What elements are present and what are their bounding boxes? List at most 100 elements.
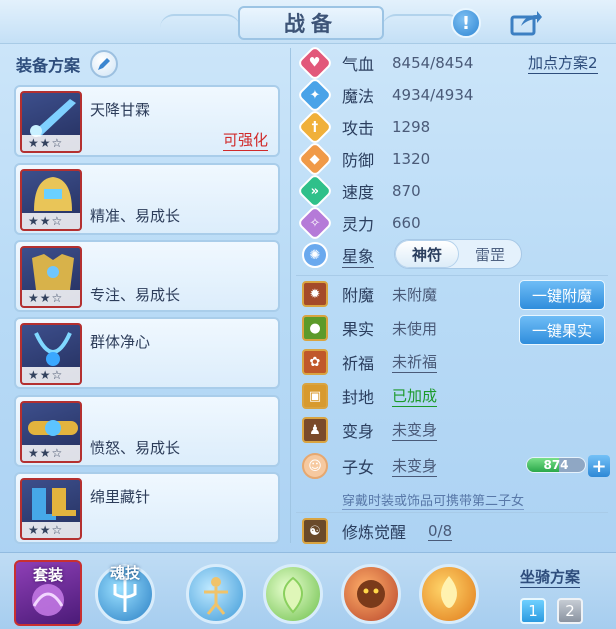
equip-plan-header: 装备方案	[16, 50, 119, 78]
awaken-icon: ☯	[302, 518, 328, 544]
star-label[interactable]: 星象	[342, 243, 375, 268]
skill-slot-1[interactable]	[186, 564, 246, 624]
equip-card-4[interactable]: ★★☆ 群体净心	[14, 317, 280, 389]
equip-card-6[interactable]: ★★☆ 绵里藏针	[14, 472, 280, 544]
stat-speed: » 速度 870	[296, 172, 421, 210]
plus-icon[interactable]: +	[588, 455, 610, 477]
child-progress-bar: 874	[526, 457, 586, 473]
star-toggle[interactable]: 神符 雷罡	[394, 239, 522, 269]
attr-enchant: ✹ 附魔 未附魔	[298, 279, 437, 309]
attr-value[interactable]: 未变身	[392, 419, 438, 441]
skill-slot-3[interactable]	[341, 564, 401, 624]
transform-icon: ♟	[302, 417, 328, 443]
attr-transform: ♟ 变身 未变身	[298, 415, 438, 445]
equip-name: 绵里藏针	[90, 488, 151, 506]
equip-card-3[interactable]: ★★☆ 专注、易成长	[14, 240, 280, 312]
attr-label: 果实	[342, 320, 375, 339]
title-ornament-right	[382, 14, 462, 28]
stat-value: 8454/8454	[392, 54, 474, 72]
section-divider	[296, 275, 608, 276]
toggle-option-shenfu[interactable]: 神符	[395, 240, 459, 268]
equip-plan-label: 装备方案	[16, 56, 81, 75]
skill-slot-4[interactable]	[419, 564, 479, 624]
attr-child: ☺ 子女 未变身	[298, 451, 438, 481]
stat-value: 660	[392, 214, 421, 232]
child-progress-value: 874	[543, 458, 569, 472]
fire-warrior-icon	[441, 576, 457, 608]
equip-stars: ★★☆	[22, 522, 80, 538]
belt-icon: ★★☆	[20, 401, 82, 463]
set-button[interactable]: 套装	[14, 560, 82, 626]
attr-awaken: ☯ 修炼觉醒 0/8	[298, 516, 453, 546]
alert-icon[interactable]: !	[451, 8, 481, 38]
attr-value[interactable]: 未祈福	[392, 351, 438, 373]
second-child-hint[interactable]: 穿戴时装或饰品可携带第二子女	[342, 490, 525, 510]
heart-icon: ♥	[296, 44, 334, 82]
mount-plan-label[interactable]: 坐骑方案	[520, 566, 581, 588]
stat-mp: ✦ 魔法 4934/4934	[296, 76, 474, 114]
equip-stars: ★★☆	[22, 290, 80, 306]
attr-label: 修炼觉醒	[342, 523, 407, 542]
spirit-icon: ✧	[296, 204, 334, 242]
mount-plan-1-button[interactable]: 1	[520, 598, 546, 624]
attr-label: 变身	[342, 422, 375, 441]
attr-value[interactable]: 未变身	[392, 455, 438, 477]
stat-star: ✺ 星象	[296, 236, 375, 274]
stat-value: 4934/4934	[392, 86, 474, 104]
stat-label: 攻击	[342, 119, 375, 138]
equip-card-2[interactable]: ★★☆ 精准、易成长	[14, 163, 280, 235]
share-icon[interactable]	[508, 8, 544, 38]
equip-card-1[interactable]: ★★☆ 天降甘霖 可强化	[14, 85, 280, 157]
beast-icon	[357, 580, 385, 608]
equip-name: 群体净心	[90, 333, 151, 351]
equip-name: 天降甘霖	[90, 101, 151, 119]
attr-bless: ✿ 祈福 未祈福	[298, 347, 438, 377]
attr-value[interactable]: 已加成	[392, 385, 438, 407]
leaf-icon	[283, 576, 303, 614]
sword-icon: ★★☆	[20, 91, 82, 153]
equip-name: 精准、易成长	[90, 207, 181, 225]
skill-slot-2[interactable]	[263, 564, 323, 624]
stat-value: 1298	[392, 118, 431, 136]
stat-attack: † 攻击 1298	[296, 108, 431, 146]
stat-value: 870	[392, 182, 421, 200]
dancer-icon	[204, 577, 228, 615]
one-click-enchant-button[interactable]: 一键附魔	[519, 280, 605, 310]
magic-icon: ✦	[296, 76, 334, 114]
upgradable-tag[interactable]: 可强化	[222, 129, 268, 151]
equip-stars: ★★☆	[22, 367, 80, 383]
fruit-icon: ●	[302, 315, 328, 341]
attr-label: 子女	[342, 458, 375, 477]
edit-icon[interactable]	[90, 50, 119, 78]
attr-value[interactable]: 0/8	[428, 522, 453, 541]
equip-name: 愤怒、易成长	[90, 439, 181, 457]
helmet-icon: ★★☆	[20, 169, 82, 231]
equip-stars: ★★☆	[22, 135, 80, 151]
equip-card-5[interactable]: ★★☆ 愤怒、易成长	[14, 395, 280, 467]
equip-stars: ★★☆	[22, 445, 80, 461]
attr-value: 未附魔	[392, 285, 438, 304]
attr-value: 未使用	[392, 319, 438, 338]
stat-label: 防御	[342, 151, 375, 170]
panel-divider	[290, 48, 291, 543]
attr-label: 祈福	[342, 354, 375, 373]
attack-icon: †	[296, 108, 334, 146]
toggle-option-leigang[interactable]: 雷罡	[459, 240, 521, 268]
star-sign-icon: ✺	[296, 236, 334, 274]
page-title: 战备	[238, 6, 384, 40]
title-bar: 战备 !	[0, 0, 616, 44]
stat-defense: ◆ 防御 1320	[296, 140, 431, 178]
necklace-icon: ★★☆	[20, 323, 82, 385]
stat-hp: ♥ 气血 8454/8454	[296, 44, 474, 82]
fief-icon: ▣	[302, 383, 328, 409]
bless-icon: ✿	[302, 349, 328, 375]
attr-fruit: ● 果实 未使用	[298, 313, 437, 343]
one-click-fruit-button[interactable]: 一键果实	[519, 315, 605, 345]
attr-label: 附魔	[342, 286, 375, 305]
child-icon: ☺	[302, 453, 328, 479]
mount-plan-2-button[interactable]: 2	[557, 598, 583, 624]
stat-value: 1320	[392, 150, 431, 168]
attribute-plan-link[interactable]: 加点方案2	[528, 52, 598, 74]
stat-label: 气血	[342, 55, 375, 74]
shield-icon: ◆	[296, 140, 334, 178]
